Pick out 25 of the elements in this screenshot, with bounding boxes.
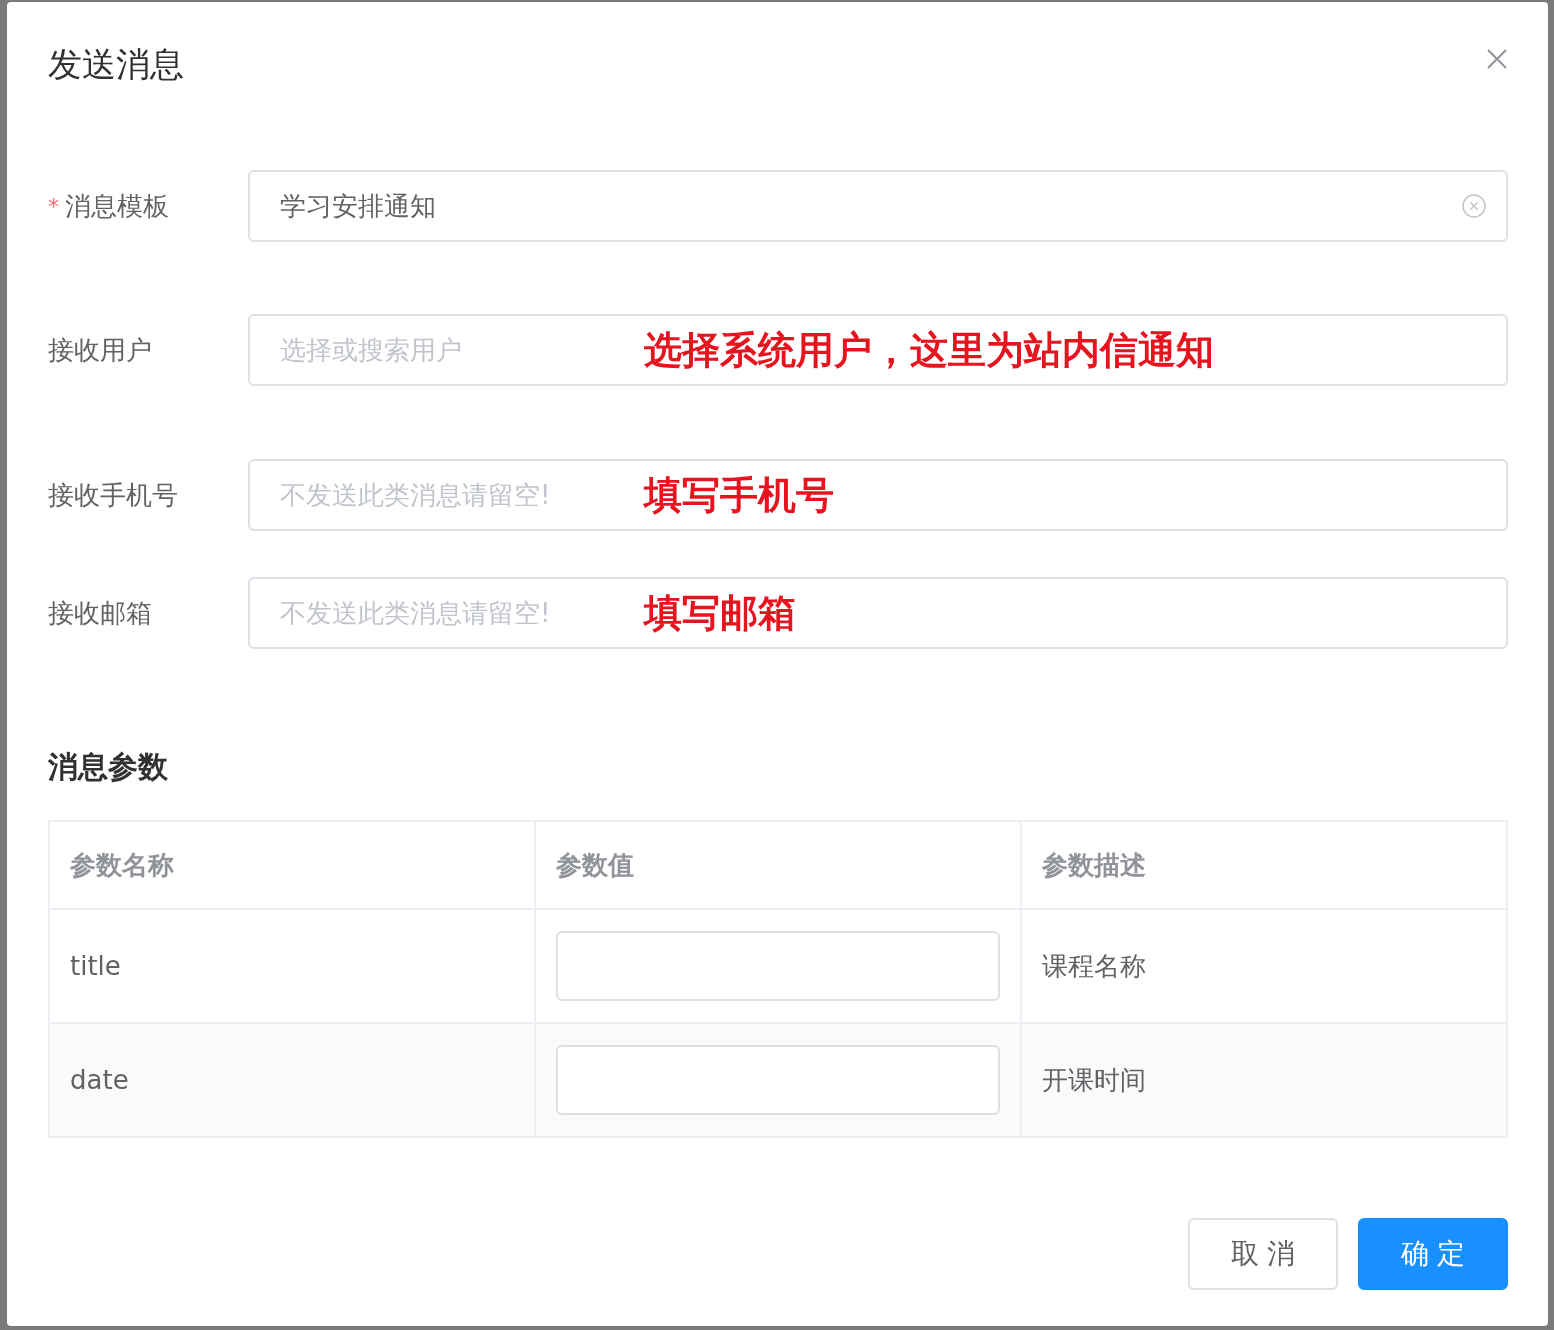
confirm-button[interactable]: 确 定 — [1358, 1218, 1508, 1290]
annotation-text: 选择系统用户，这里为站内信通知 — [644, 326, 1214, 374]
input-field[interactable]: 不发送此类消息请留空! 填写邮箱 — [248, 577, 1508, 649]
close-icon[interactable] — [1486, 48, 1508, 70]
field-label: 接收用户 — [48, 333, 152, 367]
input-field[interactable]: 选择或搜索用户 选择系统用户，这里为站内信通知 — [248, 314, 1508, 386]
section-heading: 消息参数 — [48, 748, 169, 786]
annotation-text: 填写手机号 — [644, 471, 834, 519]
annotation-text: 填写邮箱 — [644, 589, 796, 637]
table-cell: date — [49, 1023, 535, 1137]
column-header: 参数描述 — [1021, 821, 1507, 909]
input-field[interactable] — [556, 1045, 1000, 1115]
column-header: 参数值 — [535, 821, 1021, 909]
column-header: 参数名称 — [49, 821, 535, 909]
input-field[interactable]: 不发送此类消息请留空! 填写手机号 — [248, 459, 1508, 531]
field-label: 消息模板 — [65, 189, 169, 223]
input-field[interactable]: 学习安排通知 — [248, 170, 1508, 242]
dialog-title: 发送消息 — [48, 43, 184, 86]
required-mark: * — [48, 193, 59, 219]
field-label: 接收邮箱 — [48, 596, 152, 630]
clear-icon[interactable] — [1462, 194, 1486, 218]
table-cell: 开课时间 — [1021, 1023, 1507, 1137]
cancel-button[interactable]: 取 消 — [1188, 1218, 1338, 1290]
field-label: 接收手机号 — [48, 478, 178, 512]
input-field[interactable] — [556, 931, 1000, 1001]
